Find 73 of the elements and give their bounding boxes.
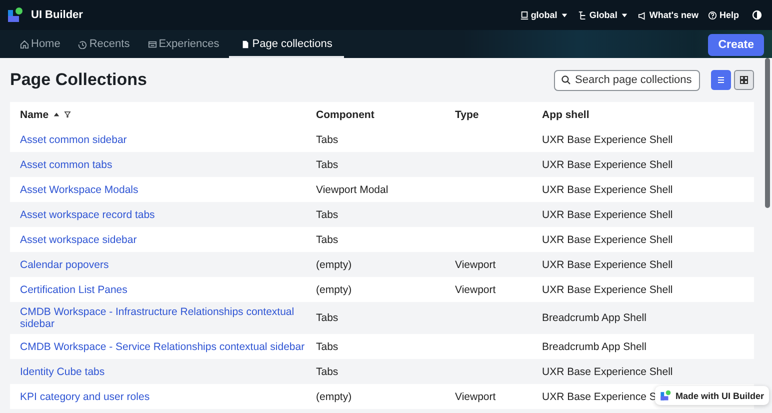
table-cell: Viewport Modal [316, 184, 388, 196]
column-header[interactable]: App shell [542, 108, 590, 120]
create-button[interactable]: Create [708, 34, 764, 56]
table-cell: UXR Base Experience Shell [542, 184, 673, 196]
logo-icon [660, 390, 672, 401]
collection-link[interactable]: KPI category and user roles [20, 390, 150, 402]
column-header[interactable]: Name [20, 108, 49, 120]
collection-link[interactable]: Asset common tabs [20, 158, 112, 170]
grid-icon [739, 75, 749, 85]
table-cell: Tabs [316, 366, 338, 378]
scope-menu[interactable]: global [514, 10, 574, 20]
table-cell: Tabs [316, 340, 338, 352]
table-cell: Viewport [455, 390, 496, 402]
filter-icon[interactable] [64, 111, 71, 118]
hierarchy-icon [578, 10, 588, 20]
table-cell: UXR Base Experience Shell [542, 258, 673, 270]
table-cell: Tabs [316, 158, 338, 170]
app-title: UI Builder [31, 9, 83, 21]
help-link[interactable]: Help [703, 10, 744, 20]
scope-menu[interactable]: Global [573, 10, 634, 20]
table-cell: (empty) [316, 390, 352, 402]
table-cell: UXR Base Experience Shell [542, 134, 673, 146]
home-icon [20, 40, 29, 48]
table-cell: Viewport [455, 258, 496, 270]
table-cell: Breadcrumb App Shell [542, 340, 646, 352]
badge-text: Made with UI Builder [675, 390, 764, 400]
column-header[interactable]: Type [455, 108, 479, 120]
logo-icon [7, 7, 23, 23]
list-icon [716, 75, 726, 85]
collection-link[interactable]: Identity Cube tabs [20, 366, 105, 378]
page-title: Page Collections [10, 70, 147, 90]
collection-link[interactable]: Calendar popovers [20, 258, 109, 270]
megaphone-icon [638, 10, 648, 20]
clock-icon [78, 40, 88, 48]
nav-tab[interactable]: Experiences [140, 34, 228, 58]
caret-icon [561, 12, 568, 18]
sort-icon[interactable] [52, 111, 60, 118]
table-cell: Tabs [316, 234, 338, 246]
document-icon [241, 40, 250, 48]
monitor-icon [520, 10, 529, 20]
collection-link[interactable]: CMDB Workspace - Infrastructure Relationships contextual sidebar [20, 306, 306, 330]
grid-view-button[interactable] [734, 70, 754, 90]
contrast-icon[interactable] [752, 10, 762, 20]
collection-link[interactable]: Asset common sidebar [20, 134, 127, 146]
collection-link[interactable]: Asset workspace record tabs [20, 208, 155, 220]
collection-link[interactable]: Asset Workspace Modals [20, 184, 138, 196]
table-cell: Breadcrumb App Shell [542, 312, 646, 324]
made-with-badge[interactable]: Made with UI Builder [655, 386, 769, 405]
collection-link[interactable]: Asset workspace sidebar [20, 234, 137, 246]
search-icon [561, 75, 571, 85]
table-cell: Tabs [316, 134, 338, 146]
table-cell: Tabs [316, 312, 338, 324]
column-header[interactable]: Component [316, 108, 374, 120]
caret-icon [621, 12, 628, 18]
window-icon [148, 40, 157, 48]
news-link[interactable]: What's new [633, 10, 704, 20]
list-view-button[interactable] [711, 70, 731, 90]
table-cell: UXR Base Experience Shell [542, 158, 673, 170]
table-cell: Viewport [455, 284, 496, 296]
table-cell: Tabs [316, 208, 338, 220]
table-cell: UXR Base Experience Shell [542, 234, 673, 246]
table-cell: UXR Base Experience Shell [542, 208, 673, 220]
help-icon [708, 10, 718, 20]
table-cell: UXR Base Experience Shell [542, 366, 673, 378]
collection-link[interactable]: Certification List Panes [20, 284, 128, 296]
nav-tab[interactable]: Home [12, 34, 68, 58]
collection-link[interactable]: CMDB Workspace - Service Relationships contextual sidebar [20, 340, 305, 352]
nav-tab[interactable]: Recents [70, 34, 138, 58]
table-cell: (empty) [316, 284, 352, 296]
table-cell: (empty) [316, 258, 352, 270]
scrollbar[interactable] [765, 58, 770, 208]
table-cell: UXR Base Experience Shell [542, 284, 673, 296]
search-field[interactable]: Search page collections [554, 70, 700, 90]
